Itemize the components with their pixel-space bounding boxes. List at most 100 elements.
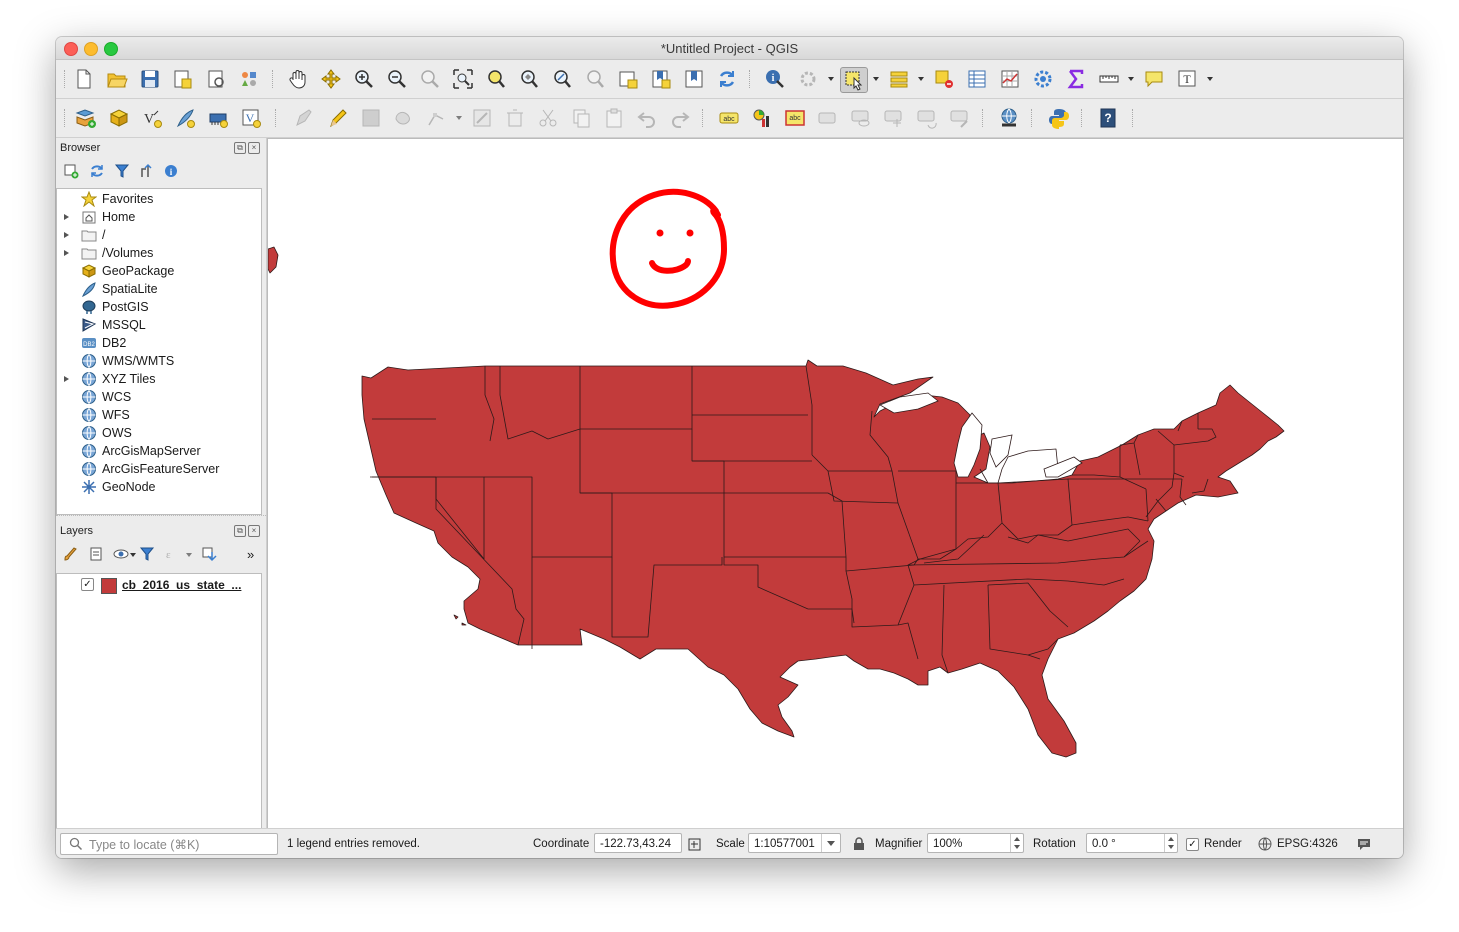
new-shapefile-layer-button[interactable]: V (140, 106, 164, 130)
highlight-pinned-labels-button[interactable]: abc (783, 106, 807, 130)
run-feature-action-button[interactable] (796, 67, 820, 91)
browser-item[interactable]: GeoPackage (57, 262, 261, 280)
toolbar-grip[interactable] (275, 109, 278, 127)
toolbar-grip[interactable] (64, 70, 67, 88)
render-checkbox[interactable]: ✓ (1186, 838, 1199, 851)
browser-item[interactable]: WCS (57, 388, 261, 406)
new-temporary-layer-button[interactable] (206, 106, 230, 130)
layout-manager-button[interactable] (204, 67, 228, 91)
browser-item[interactable]: SpatiaLite (57, 280, 261, 298)
modify-attributes-button[interactable] (470, 106, 494, 130)
browser-item[interactable]: DB2 DB2 (57, 334, 261, 352)
show-statistical-summary-button[interactable] (1064, 67, 1088, 91)
new-project-button[interactable] (72, 67, 96, 91)
contiguous-us-polygon[interactable] (361, 359, 1285, 758)
pan-to-selection-button[interactable] (319, 67, 343, 91)
redo-button[interactable] (668, 106, 692, 130)
rotate-label-button[interactable] (915, 106, 939, 130)
browser-item[interactable]: Home (57, 208, 261, 226)
toggle-editing-button[interactable] (326, 106, 350, 130)
browser-item[interactable]: PostGIS (57, 298, 261, 316)
scale-combobox[interactable]: 1:10577001 (748, 833, 841, 853)
map-canvas[interactable] (267, 138, 1403, 828)
filter-legend-button[interactable] (138, 545, 156, 563)
panel-splitter[interactable] (56, 515, 266, 517)
filter-browser-button[interactable] (113, 162, 131, 180)
browser-item[interactable]: / (57, 226, 261, 244)
map-svg[interactable] (268, 139, 1403, 828)
alaska-fragment[interactable] (268, 246, 279, 274)
zoom-native-button[interactable] (418, 67, 442, 91)
layer-diagram-options-button[interactable] (750, 106, 774, 130)
toggle-extents-mouse-icon[interactable] (687, 837, 702, 852)
layer-symbol-swatch[interactable] (101, 578, 117, 594)
zoom-last-button[interactable] (550, 67, 574, 91)
toolbar-grip[interactable] (1031, 109, 1034, 127)
browser-item[interactable]: Favorites (57, 190, 261, 208)
new-geopackage-layer-button[interactable] (107, 106, 131, 130)
smiley-annotation[interactable] (609, 188, 728, 309)
lock-icon[interactable] (853, 837, 865, 851)
select-by-value-button[interactable] (887, 67, 911, 91)
open-attribute-table-button[interactable] (965, 67, 989, 91)
plugin-globe-button[interactable] (997, 106, 1021, 130)
style-layer-button[interactable] (62, 545, 80, 563)
refresh-button[interactable] (715, 67, 739, 91)
browser-item[interactable]: MSSQL (57, 316, 261, 334)
scale-dropdown-button[interactable] (821, 834, 840, 852)
zoom-to-selection-button[interactable] (484, 67, 508, 91)
data-source-manager-button[interactable] (74, 106, 98, 130)
magnifier-spinbox[interactable]: 100% (927, 833, 1024, 853)
map-tips-button[interactable] (1142, 67, 1166, 91)
add-group-button[interactable] (87, 545, 105, 563)
chevron-down-icon[interactable] (186, 553, 192, 557)
zoom-to-layer-button[interactable] (517, 67, 541, 91)
browser-item[interactable]: WMS/WMTS (57, 352, 261, 370)
toolbar-grip[interactable] (702, 109, 705, 127)
zoom-next-button[interactable] (583, 67, 607, 91)
add-feature-button[interactable] (392, 106, 416, 130)
measure-line-button[interactable] (1097, 67, 1121, 91)
browser-item[interactable]: XYZ Tiles (57, 370, 261, 388)
statistics-panel-button[interactable] (998, 67, 1022, 91)
manage-map-themes-button[interactable] (112, 545, 130, 563)
us-states-layer[interactable] (268, 246, 1285, 758)
chevron-right-icon[interactable] (64, 232, 69, 238)
chevron-down-icon[interactable] (918, 77, 924, 81)
float-panel-button[interactable]: ⧉ (234, 525, 246, 537)
browser-item[interactable]: WFS (57, 406, 261, 424)
rotation-spinbox[interactable]: 0.0 ° (1086, 833, 1178, 853)
change-label-button[interactable] (948, 106, 972, 130)
layer-item[interactable]: ✓ cb_2016_us_state_... (57, 576, 261, 594)
new-bookmark-button[interactable] (649, 67, 673, 91)
show-bookmarks-button[interactable] (682, 67, 706, 91)
save-project-button[interactable] (138, 67, 162, 91)
toolbar-grip[interactable] (1081, 109, 1084, 127)
undo-button[interactable] (635, 106, 659, 130)
collapse-all-button[interactable] (138, 162, 156, 180)
locator-search-input[interactable]: Type to locate (⌘K) (60, 833, 278, 855)
python-console-button[interactable] (1047, 106, 1071, 130)
chevron-down-icon[interactable] (456, 116, 462, 120)
toolbox-button[interactable] (1031, 67, 1055, 91)
crs-label[interactable]: EPSG:4326 (1277, 838, 1338, 850)
select-features-button[interactable] (840, 67, 868, 93)
browser-item[interactable]: GeoNode (57, 478, 261, 496)
open-project-button[interactable] (105, 67, 129, 91)
vertex-tool-button[interactable] (425, 106, 449, 130)
new-spatialite-layer-button[interactable] (173, 106, 197, 130)
browser-item[interactable]: /Volumes (57, 244, 261, 262)
copy-features-button[interactable] (569, 106, 593, 130)
filter-by-expression-button[interactable]: ε (163, 545, 181, 563)
chevron-down-icon[interactable] (1207, 77, 1213, 81)
browser-item[interactable]: ArcGisFeatureServer (57, 460, 261, 478)
refresh-browser-button[interactable] (88, 162, 106, 180)
help-contents-button[interactable]: ? (1096, 106, 1120, 130)
paste-features-button[interactable] (602, 106, 626, 130)
chevron-down-icon[interactable] (130, 553, 136, 557)
deselect-all-button[interactable] (932, 67, 956, 91)
browser-tree[interactable]: Favorites Home / /Volumes GeoPackage SpatiaLi… (56, 188, 262, 515)
new-virtual-layer-button[interactable]: V (239, 106, 263, 130)
enable-properties-button[interactable]: i (162, 162, 180, 180)
save-layer-edits-button[interactable] (359, 106, 383, 130)
